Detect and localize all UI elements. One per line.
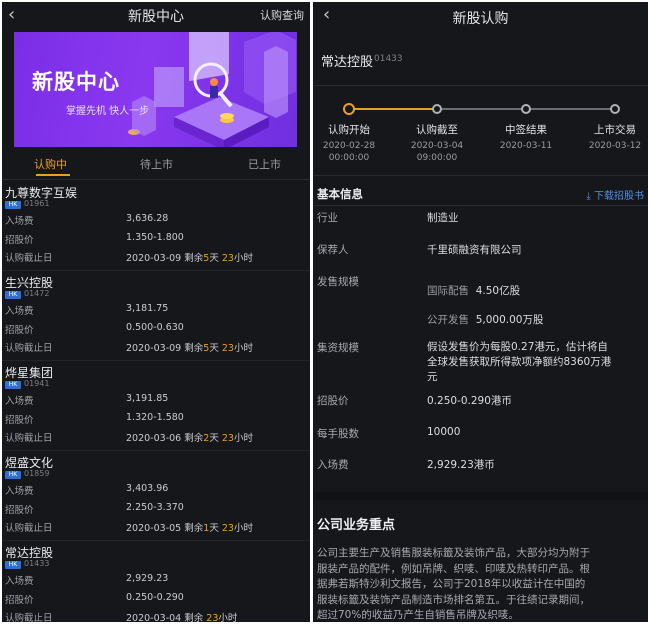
tab-listed[interactable]: 已上市 bbox=[248, 156, 281, 172]
industry-value: 制造业 bbox=[427, 212, 459, 224]
fee-label: 入场费 bbox=[5, 576, 34, 587]
tab-subscribing[interactable]: 认购中 bbox=[34, 156, 67, 172]
info-label: 保荐人 bbox=[317, 244, 349, 256]
download-icon: ⤓ bbox=[586, 191, 594, 202]
timeline-dot-result bbox=[521, 104, 531, 114]
deadline-value: 2020-03-05 剩余1天 23小时 bbox=[126, 523, 253, 534]
price-label: 招股价 bbox=[5, 415, 34, 426]
subscription-timeline: 认购开始 认购截至 中签结果 上市交易 2020-02-28 00:00:00 2… bbox=[313, 88, 648, 176]
deadline-label: 认购截止日 bbox=[5, 343, 53, 354]
price-value: 2.250-3.370 bbox=[126, 502, 184, 513]
stock-code: 01961 bbox=[24, 199, 50, 208]
stock-code: 01472 bbox=[24, 289, 50, 298]
banner-title: 新股中心 bbox=[32, 70, 120, 94]
fundraising-value: 假设发售价为每股0.27港元，估计将自 全球发售获取所得款项净额约8360万港元 bbox=[427, 341, 612, 383]
info-label: 发售规模 bbox=[317, 276, 359, 288]
fee-value: 3,403.96 bbox=[126, 483, 169, 494]
price-value: 1.320-1.580 bbox=[126, 412, 184, 423]
section-title: 基本信息 bbox=[317, 187, 363, 201]
info-label: 每手股数 bbox=[317, 428, 359, 440]
market-badge: HK bbox=[5, 381, 21, 389]
tab-upcoming-listing[interactable]: 待上市 bbox=[140, 156, 173, 172]
stock-code: 01859 bbox=[24, 469, 50, 478]
offer-price-value: 0.250-0.290港币 bbox=[427, 395, 512, 407]
business-description: 公司主要生产及销售服装标籤及装饰产品，大部分均为附于 服装产品的配件，例如吊牌、… bbox=[317, 547, 590, 621]
public-offering: 公开发售 5,000.00万股 bbox=[427, 314, 544, 326]
price-label: 招股价 bbox=[5, 595, 34, 606]
stock-name: 常达控股 bbox=[321, 55, 374, 70]
deadline-value: 2020-03-04 剩余 23小时 bbox=[126, 613, 238, 622]
promo-banner[interactable]: 新股中心 掌握先机 快人一步 bbox=[14, 32, 297, 147]
price-label: 招股价 bbox=[5, 325, 34, 336]
market-badge: HK bbox=[5, 201, 21, 209]
info-label: 集资规模 bbox=[317, 342, 359, 354]
price-value: 0.250-0.290 bbox=[126, 592, 184, 603]
stock-code: 01941 bbox=[24, 379, 50, 388]
timeline-date: 2020-02-28 00:00:00 bbox=[322, 141, 376, 163]
ipo-center-screen: ‹ 新股中心 认购查询 新股中心 掌握先机 快人一步 认购中 待上市 已上市 九… bbox=[2, 2, 310, 622]
deadline-value: 2020-03-06 剩余2天 23小时 bbox=[126, 433, 253, 444]
info-label: 行业 bbox=[317, 212, 338, 224]
active-tab-indicator bbox=[36, 174, 70, 176]
fee-value: 3,636.28 bbox=[126, 213, 169, 224]
fee-value: 3,181.75 bbox=[126, 303, 169, 314]
timeline-progress bbox=[353, 108, 435, 110]
info-label: 招股价 bbox=[317, 395, 349, 407]
right-topbar: ‹ 新股认购 bbox=[313, 2, 648, 30]
fee-value: 3,191.85 bbox=[126, 393, 169, 404]
screenshot-root: ‹ 新股中心 认购查询 新股中心 掌握先机 快人一步 认购中 待上市 已上市 九… bbox=[0, 0, 650, 626]
entry-fee-value: 2,929.23港币 bbox=[427, 459, 495, 471]
download-prospectus-link[interactable]: ⤓ 下载招股书 bbox=[586, 187, 644, 202]
stock-header: 常达控股 01433 bbox=[313, 36, 648, 86]
price-value: 1.350-1.800 bbox=[126, 232, 184, 243]
left-topbar: ‹ 新股中心 认购查询 bbox=[2, 2, 310, 30]
stock-card[interactable]: 煜盛文化 HK 01859 入场费 3,403.96 招股价 2.250-3.3… bbox=[2, 451, 310, 541]
deadline-value: 2020-03-09 剩余5天 23小时 bbox=[126, 343, 253, 354]
timeline-date: 2020-03-11 bbox=[499, 141, 553, 151]
deadline-label: 认购截止日 bbox=[5, 253, 53, 264]
fee-value: 2,929.23 bbox=[126, 573, 169, 584]
market-badge: HK bbox=[5, 561, 21, 569]
price-label: 招股价 bbox=[5, 505, 34, 516]
timeline-dot-close bbox=[432, 104, 442, 114]
price-value: 0.500-0.630 bbox=[126, 322, 184, 333]
lot-size-value: 10000 bbox=[427, 426, 461, 438]
deadline-value: 2020-03-09 剩余5天 23小时 bbox=[126, 253, 253, 264]
section-divider bbox=[313, 492, 648, 500]
timeline-dot-listing bbox=[610, 104, 620, 114]
fee-label: 入场费 bbox=[5, 396, 34, 407]
info-label: 入场费 bbox=[317, 459, 349, 471]
basic-info-header: 基本信息 ⤓ 下载招股书 bbox=[313, 180, 648, 206]
stock-card[interactable]: 九尊数字互娱 HK 01961 入场费 3,636.28 招股价 1.350-1… bbox=[2, 181, 310, 271]
stock-card[interactable]: 烨星集团 HK 01941 入场费 3,191.85 招股价 1.320-1.5… bbox=[2, 361, 310, 451]
timeline-dot-start bbox=[343, 103, 355, 115]
price-label: 招股价 bbox=[5, 235, 34, 246]
timeline-date: 2020-03-04 09:00:00 bbox=[410, 141, 464, 163]
ipo-tabs: 认购中 待上市 已上市 bbox=[2, 150, 310, 180]
deadline-label: 认购截止日 bbox=[5, 523, 53, 534]
timeline-label: 认购截至 bbox=[416, 124, 458, 136]
market-badge: HK bbox=[5, 291, 21, 299]
fee-label: 入场费 bbox=[5, 216, 34, 227]
market-badge: HK bbox=[5, 471, 21, 479]
deadline-label: 认购截止日 bbox=[5, 613, 53, 622]
fee-label: 入场费 bbox=[5, 306, 34, 317]
timeline-label: 中签结果 bbox=[505, 124, 547, 136]
stock-code: 01433 bbox=[374, 54, 403, 64]
timeline-label: 上市交易 bbox=[594, 124, 636, 136]
timeline-label: 认购开始 bbox=[328, 124, 370, 136]
ipo-subscribe-screen: ‹ 新股认购 常达控股 01433 认购开始 认购截至 中签结果 上市交易 20… bbox=[313, 2, 648, 622]
timeline-date: 2020-03-12 bbox=[588, 141, 642, 151]
intl-offering: 国际配售 4.50亿股 bbox=[427, 285, 521, 297]
sponsor-value: 千里硕融资有限公司 bbox=[427, 244, 522, 256]
business-title: 公司业务重点 bbox=[317, 518, 396, 533]
fee-label: 入场费 bbox=[5, 486, 34, 497]
stock-code: 01433 bbox=[24, 559, 50, 568]
subscription-query-link[interactable]: 认购查询 bbox=[260, 7, 304, 23]
page-title: 新股认购 bbox=[452, 11, 509, 27]
stock-card[interactable]: 生兴控股 HK 01472 入场费 3,181.75 招股价 0.500-0.6… bbox=[2, 271, 310, 361]
stock-card[interactable]: 常达控股 HK 01433 入场费 2,929.23 招股价 0.250-0.2… bbox=[2, 541, 310, 622]
banner-subtitle: 掌握先机 快人一步 bbox=[66, 106, 150, 117]
deadline-label: 认购截止日 bbox=[5, 433, 53, 444]
